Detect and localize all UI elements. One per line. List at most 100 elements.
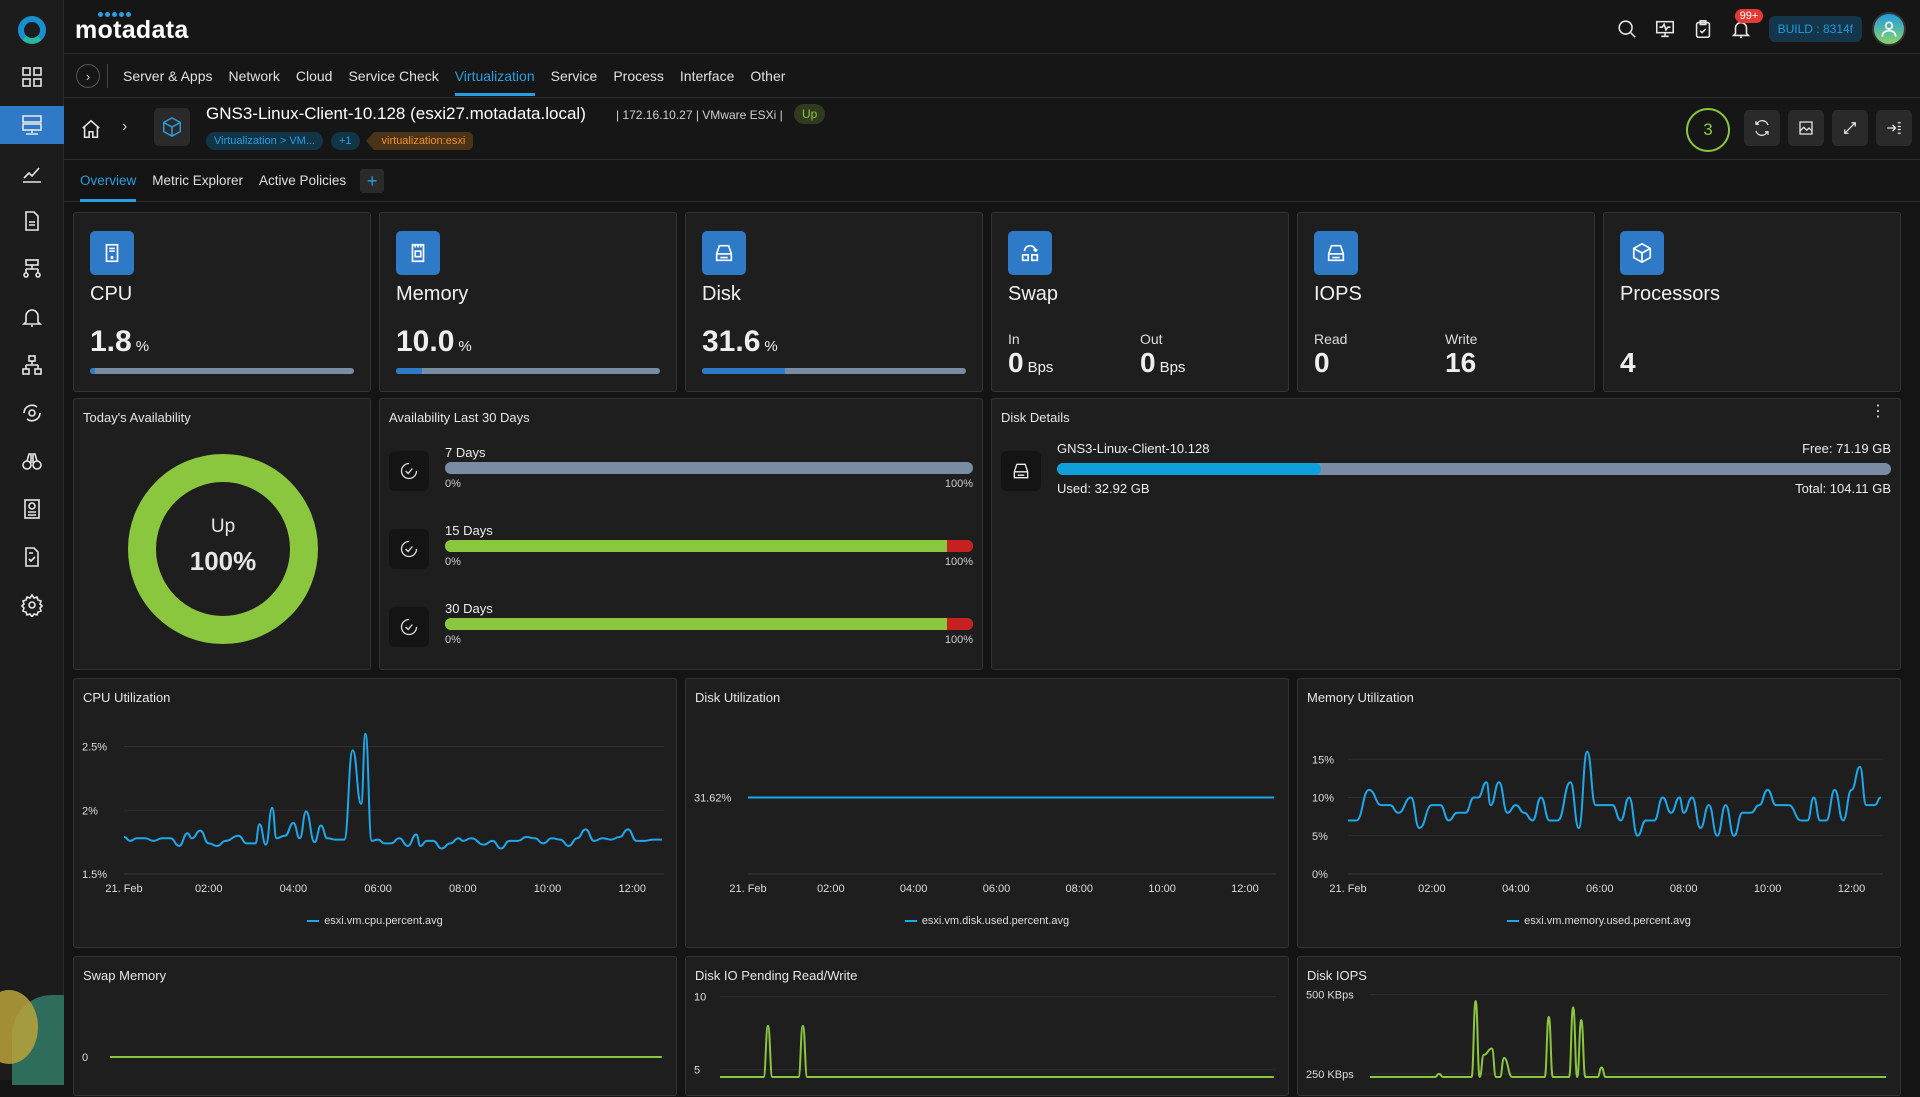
sidebar-item-explorer[interactable] xyxy=(0,442,64,480)
x-tick-label: 02:00 xyxy=(195,883,223,895)
refresh-button[interactable] xyxy=(1744,110,1780,146)
legend-swatch xyxy=(1507,920,1520,923)
kpi-card-iops[interactable]: IOPS Read 0 Write 16 xyxy=(1297,212,1595,392)
y-tick-label: 1.5% xyxy=(82,869,107,881)
kpi-card-cpu[interactable]: CPU 1.8% xyxy=(73,212,371,392)
memory-progress-bar xyxy=(396,368,660,374)
kpi-card-swap[interactable]: Swap In 0 Bps Out 0 Bps xyxy=(991,212,1289,392)
sidebar-item-settings[interactable] xyxy=(0,586,64,624)
series-line xyxy=(123,732,662,850)
app-logo-icon[interactable] xyxy=(18,16,46,44)
nav-item-cloud[interactable]: Cloud xyxy=(288,54,341,98)
tab-active-policies[interactable]: Active Policies xyxy=(251,160,354,202)
availability-donut: Up 100% xyxy=(128,454,318,644)
sidebar-item-logs[interactable] xyxy=(0,202,64,240)
notifications-button[interactable]: 99+ xyxy=(1727,9,1764,43)
sidebar-item-reports[interactable] xyxy=(0,490,64,528)
nav-item-server-apps[interactable]: Server & Apps xyxy=(115,54,221,98)
x-tick-label: 10:00 xyxy=(534,883,562,895)
chart-title: Disk Utilization xyxy=(695,690,781,705)
kpi-title: CPU xyxy=(90,283,133,305)
widget-title: Today's Availability xyxy=(83,410,191,425)
nav-item-process[interactable]: Process xyxy=(605,54,672,98)
kpi-card-memory[interactable]: Memory 10.0% xyxy=(379,212,677,392)
tab-metric-explorer[interactable]: Metric Explorer xyxy=(144,160,251,202)
availability-bar xyxy=(445,540,973,552)
bar-min-label: 0% xyxy=(445,478,461,490)
kpi-card-disk[interactable]: Disk 31.6% xyxy=(685,212,983,392)
kpi-card-processors[interactable]: Processors 4 xyxy=(1603,212,1901,392)
chart-svg: 0% 5% 10% 15% 21. Feb 02:00 04:00 06:00 08:00 10:… xyxy=(1312,750,1883,895)
y-tick-label: 2.5% xyxy=(82,742,107,754)
bar-min-label: 0% xyxy=(445,634,461,646)
progress-fill xyxy=(702,368,786,374)
sidebar-item-alerts[interactable] xyxy=(0,298,64,336)
nav-item-interface[interactable]: Interface xyxy=(672,54,742,98)
more-options-button[interactable]: ⋮ xyxy=(1870,404,1886,420)
chart-legend[interactable]: esxi.vm.cpu.percent.avg xyxy=(74,915,676,927)
nav-item-network[interactable]: Network xyxy=(221,54,288,98)
nav-item-other[interactable]: Other xyxy=(742,54,793,98)
chart-title: Disk IO Pending Read/Write xyxy=(695,968,858,983)
y-tick-label: 2% xyxy=(82,805,98,817)
add-tab-button[interactable]: + xyxy=(360,169,385,193)
health-monitor-button[interactable] xyxy=(1651,15,1679,43)
flow-network-icon xyxy=(23,259,41,278)
sidebar-item-audit[interactable] xyxy=(0,538,64,576)
availability-row[interactable]: 15 Days 0% 100% xyxy=(389,523,973,583)
home-icon xyxy=(82,119,100,139)
brand-logo[interactable]: motadata xyxy=(75,16,189,45)
kpi-value: 10.0% xyxy=(396,325,472,359)
x-tick-label: 12:00 xyxy=(1838,883,1866,895)
tasks-button[interactable] xyxy=(1689,15,1717,43)
sidebar-item-dashboard[interactable] xyxy=(0,58,64,96)
search-button[interactable] xyxy=(1613,15,1641,43)
user-avatar[interactable] xyxy=(1872,12,1906,46)
clock-check-icon xyxy=(400,462,418,480)
nav-item-service-check[interactable]: Service Check xyxy=(340,54,446,98)
tab-overview[interactable]: Overview xyxy=(72,160,144,202)
iops-write-label: Write xyxy=(1445,331,1478,347)
sidebar-item-monitors[interactable] xyxy=(0,106,64,144)
x-tick-label: 10:00 xyxy=(1754,883,1782,895)
bar-down-segment xyxy=(946,618,973,630)
disk-name: GNS3-Linux-Client-10.128 xyxy=(1057,441,1210,456)
availability-row[interactable]: 7 Days 0% 100% xyxy=(389,445,973,505)
sidebar-item-flow[interactable] xyxy=(0,250,64,288)
chart-title: CPU Utilization xyxy=(83,690,171,705)
chart-title: Swap Memory xyxy=(83,968,167,983)
cpu-tile-icon xyxy=(90,231,134,275)
fullscreen-button[interactable] xyxy=(1832,110,1868,146)
nav-item-service[interactable]: Service xyxy=(543,54,606,98)
sidebar-item-metric-explorer[interactable] xyxy=(0,154,64,192)
series-line xyxy=(1348,750,1882,837)
snapshot-button[interactable] xyxy=(1788,110,1824,146)
donut-label: Up xyxy=(210,516,236,537)
value: 0 xyxy=(1140,347,1156,378)
cpu-utilization-chart: 1.5% 2% 2.5% 21. Feb 02:00 04:00 06:00 08:00 10:… xyxy=(73,678,677,948)
collapse-panel-button[interactable] xyxy=(1876,110,1912,146)
y-tick-label: 5% xyxy=(1312,831,1328,843)
legend-swatch xyxy=(307,920,320,923)
chart-svg: 1.5% 2% 2.5% 21. Feb 02:00 04:00 06:00 08:00 10:… xyxy=(82,732,664,895)
availability-clock-icon xyxy=(389,529,429,569)
x-tick-label: 06:00 xyxy=(364,883,392,895)
group-tag[interactable]: Virtualization > VM... xyxy=(206,132,323,150)
alert-count-button[interactable]: 3 xyxy=(1686,108,1730,152)
availability-row[interactable]: 30 Days 0% 100% xyxy=(389,601,973,661)
sidebar-item-automation[interactable] xyxy=(0,394,64,432)
sidebar-item-topology[interactable] xyxy=(0,346,64,384)
x-tick-label: 21. Feb xyxy=(105,883,142,895)
chart-legend[interactable]: esxi.vm.memory.used.percent.avg xyxy=(1298,915,1900,927)
iops-write-value: 16 xyxy=(1445,347,1477,378)
disk-row[interactable]: GNS3-Linux-Client-10.128 Free: 71.19 GB … xyxy=(1001,441,1891,501)
topology-icon xyxy=(22,355,42,375)
nav-expand-button[interactable]: › xyxy=(76,64,100,88)
chart-title: Disk IOPS xyxy=(1307,968,1367,983)
chart-legend[interactable]: esxi.vm.disk.used.percent.avg xyxy=(686,915,1288,927)
nav-item-virtualization[interactable]: Virtualization xyxy=(447,54,543,98)
label-tag[interactable]: virtualization:esxi xyxy=(365,132,474,150)
kpi-title: Memory xyxy=(396,283,469,305)
home-button[interactable] xyxy=(80,118,102,145)
more-tags-badge[interactable]: +1 xyxy=(330,132,360,150)
